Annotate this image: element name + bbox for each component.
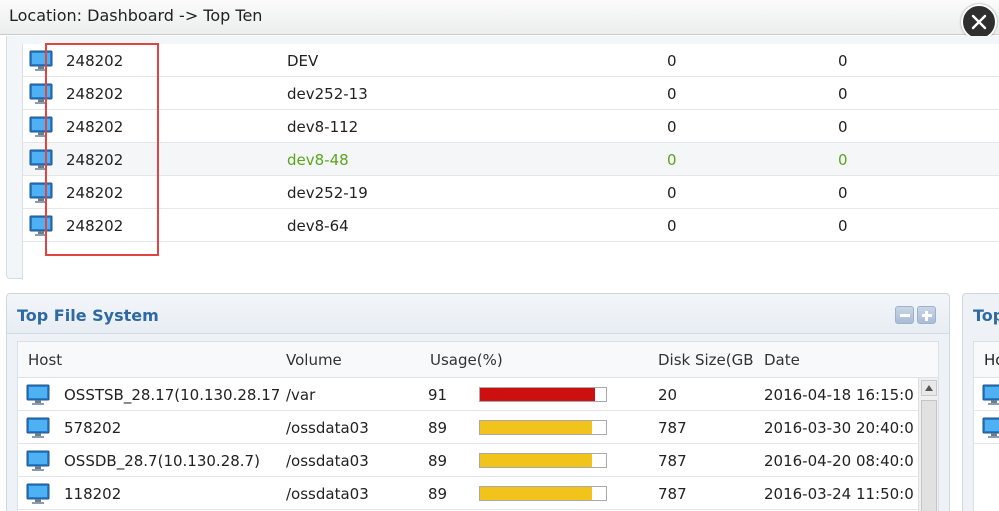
column-header-volume[interactable]: Volume	[286, 351, 342, 369]
usage-bar	[479, 420, 607, 435]
column-header-host[interactable]: Host	[28, 351, 62, 369]
row-value-2: 0	[838, 184, 848, 202]
row-value-1: 0	[667, 217, 677, 235]
disk-size-cell: 787	[658, 485, 687, 503]
disk-size-cell: 787	[658, 452, 687, 470]
monitor-icon	[982, 384, 999, 410]
usage-cell: 89	[428, 452, 448, 470]
row-name: DEV	[287, 52, 319, 70]
usage-bar	[479, 486, 607, 501]
table-header: Host Volume Usage(%) Disk Size(GB Date	[18, 342, 938, 378]
side-table-header: Ho	[974, 342, 999, 378]
panel-title: Top File System	[17, 306, 159, 325]
side-panel-table: Ho	[973, 341, 999, 511]
row-value-1: 0	[667, 85, 677, 103]
scroll-thumb[interactable]	[921, 400, 937, 511]
monitor-icon	[982, 417, 999, 443]
row-value-1: 0	[667, 184, 677, 202]
location-breadcrumb: Location: Dashboard -> Top Ten	[9, 6, 263, 25]
row-name: dev252-19	[287, 184, 368, 202]
side-table-row[interactable]	[974, 378, 999, 411]
row-value-1: 0	[667, 52, 677, 70]
close-button[interactable]	[961, 4, 997, 40]
usage-cell: 89	[428, 419, 448, 437]
top-ten-table: 248202 DEV 0 0 248202 dev252-13 0 0 2482…	[22, 44, 999, 280]
date-cell: 2016-03-24 11:50:0	[764, 485, 914, 503]
side-table-row[interactable]	[974, 411, 999, 444]
usage-bar	[479, 453, 607, 468]
side-panel-title: Top	[973, 306, 999, 325]
usage-bar-fill	[480, 421, 593, 434]
table-row[interactable]: 248202 dev8-64 0 0	[23, 209, 999, 242]
usage-bar	[479, 387, 607, 402]
monitor-icon	[26, 450, 50, 476]
row-name: dev252-13	[287, 85, 368, 103]
row-value-1: 0	[667, 151, 677, 169]
row-name: dev8-48	[287, 151, 349, 169]
monitor-icon	[26, 417, 50, 443]
table-row[interactable]: OSSDB_28.7(10.130.28.7) /ossdata03 89 78…	[18, 444, 918, 477]
location-bar: Location: Dashboard -> Top Ten	[0, 0, 999, 35]
disk-size-cell: 787	[658, 419, 687, 437]
row-value-2: 0	[838, 52, 848, 70]
host-cell: OSSDB_28.7(10.130.28.7)	[64, 452, 260, 470]
maximize-button[interactable]	[917, 306, 936, 324]
file-system-table: Host Volume Usage(%) Disk Size(GB Date O…	[17, 341, 939, 511]
volume-cell: /ossdata03	[286, 452, 369, 470]
table-row[interactable]: 248202 dev252-13 0 0	[23, 77, 999, 110]
host-cell: 578202	[64, 419, 122, 437]
date-cell: 2016-04-20 08:40:0	[764, 452, 914, 470]
table-row[interactable]: OSSTSB_28.17(10.130.28.17 /var 91 20 201…	[18, 378, 918, 411]
row-value-2: 0	[838, 217, 848, 235]
usage-cell: 91	[428, 386, 448, 404]
minus-icon	[900, 314, 910, 317]
disk-size-cell: 20	[658, 386, 678, 404]
volume-cell: /ossdata03	[286, 485, 369, 503]
scroll-up-arrow-icon[interactable]	[921, 380, 937, 396]
table-row[interactable]: 248202 dev8-112 0 0	[23, 110, 999, 143]
row-name: dev8-64	[287, 217, 349, 235]
monitor-icon	[26, 384, 50, 410]
highlight-annotation-box	[45, 43, 159, 256]
column-header-disk-size[interactable]: Disk Size(GB	[658, 351, 754, 369]
column-header-date[interactable]: Date	[764, 351, 800, 369]
monitor-icon	[26, 483, 50, 509]
top-file-system-panel: Top File System Host Volume Usage(%) Dis…	[6, 293, 950, 511]
panel-header: Top File System	[7, 294, 949, 334]
row-value-2: 0	[838, 151, 848, 169]
table-row[interactable]: 578202 /ossdata03 89 787 2016-03-30 20:4…	[18, 411, 918, 444]
table-row[interactable]: 248202 dev252-19 0 0	[23, 176, 999, 209]
host-cell: OSSTSB_28.17(10.130.28.17	[64, 386, 280, 404]
table-row[interactable]: 118202 /ossdata03 89 787 2016-03-24 11:5…	[18, 477, 918, 510]
row-name: dev8-112	[287, 118, 359, 136]
row-value-2: 0	[838, 118, 848, 136]
plus-icon-stem	[925, 311, 928, 321]
column-header-usage[interactable]: Usage(%)	[430, 351, 503, 369]
vertical-scrollbar[interactable]	[918, 378, 938, 511]
table-row-highlighted[interactable]: 248202 dev8-48 0 0	[23, 143, 999, 176]
usage-bar-fill	[480, 454, 593, 467]
side-panel-partial: Top Ho	[962, 293, 999, 511]
row-value-2: 0	[838, 85, 848, 103]
volume-cell: /ossdata03	[286, 419, 369, 437]
row-value-1: 0	[667, 118, 677, 136]
usage-bar-fill	[480, 388, 595, 401]
side-column-header-host[interactable]: Ho	[984, 351, 999, 369]
usage-bar-fill	[480, 487, 593, 500]
minimize-button[interactable]	[895, 306, 914, 324]
table-row[interactable]: 248202 DEV 0 0	[23, 44, 999, 77]
date-cell: 2016-04-18 16:15:0	[764, 386, 914, 404]
close-icon	[971, 14, 987, 30]
usage-cell: 89	[428, 485, 448, 503]
host-cell: 118202	[64, 485, 122, 503]
volume-cell: /var	[286, 386, 316, 404]
date-cell: 2016-03-30 20:40:0	[764, 419, 914, 437]
